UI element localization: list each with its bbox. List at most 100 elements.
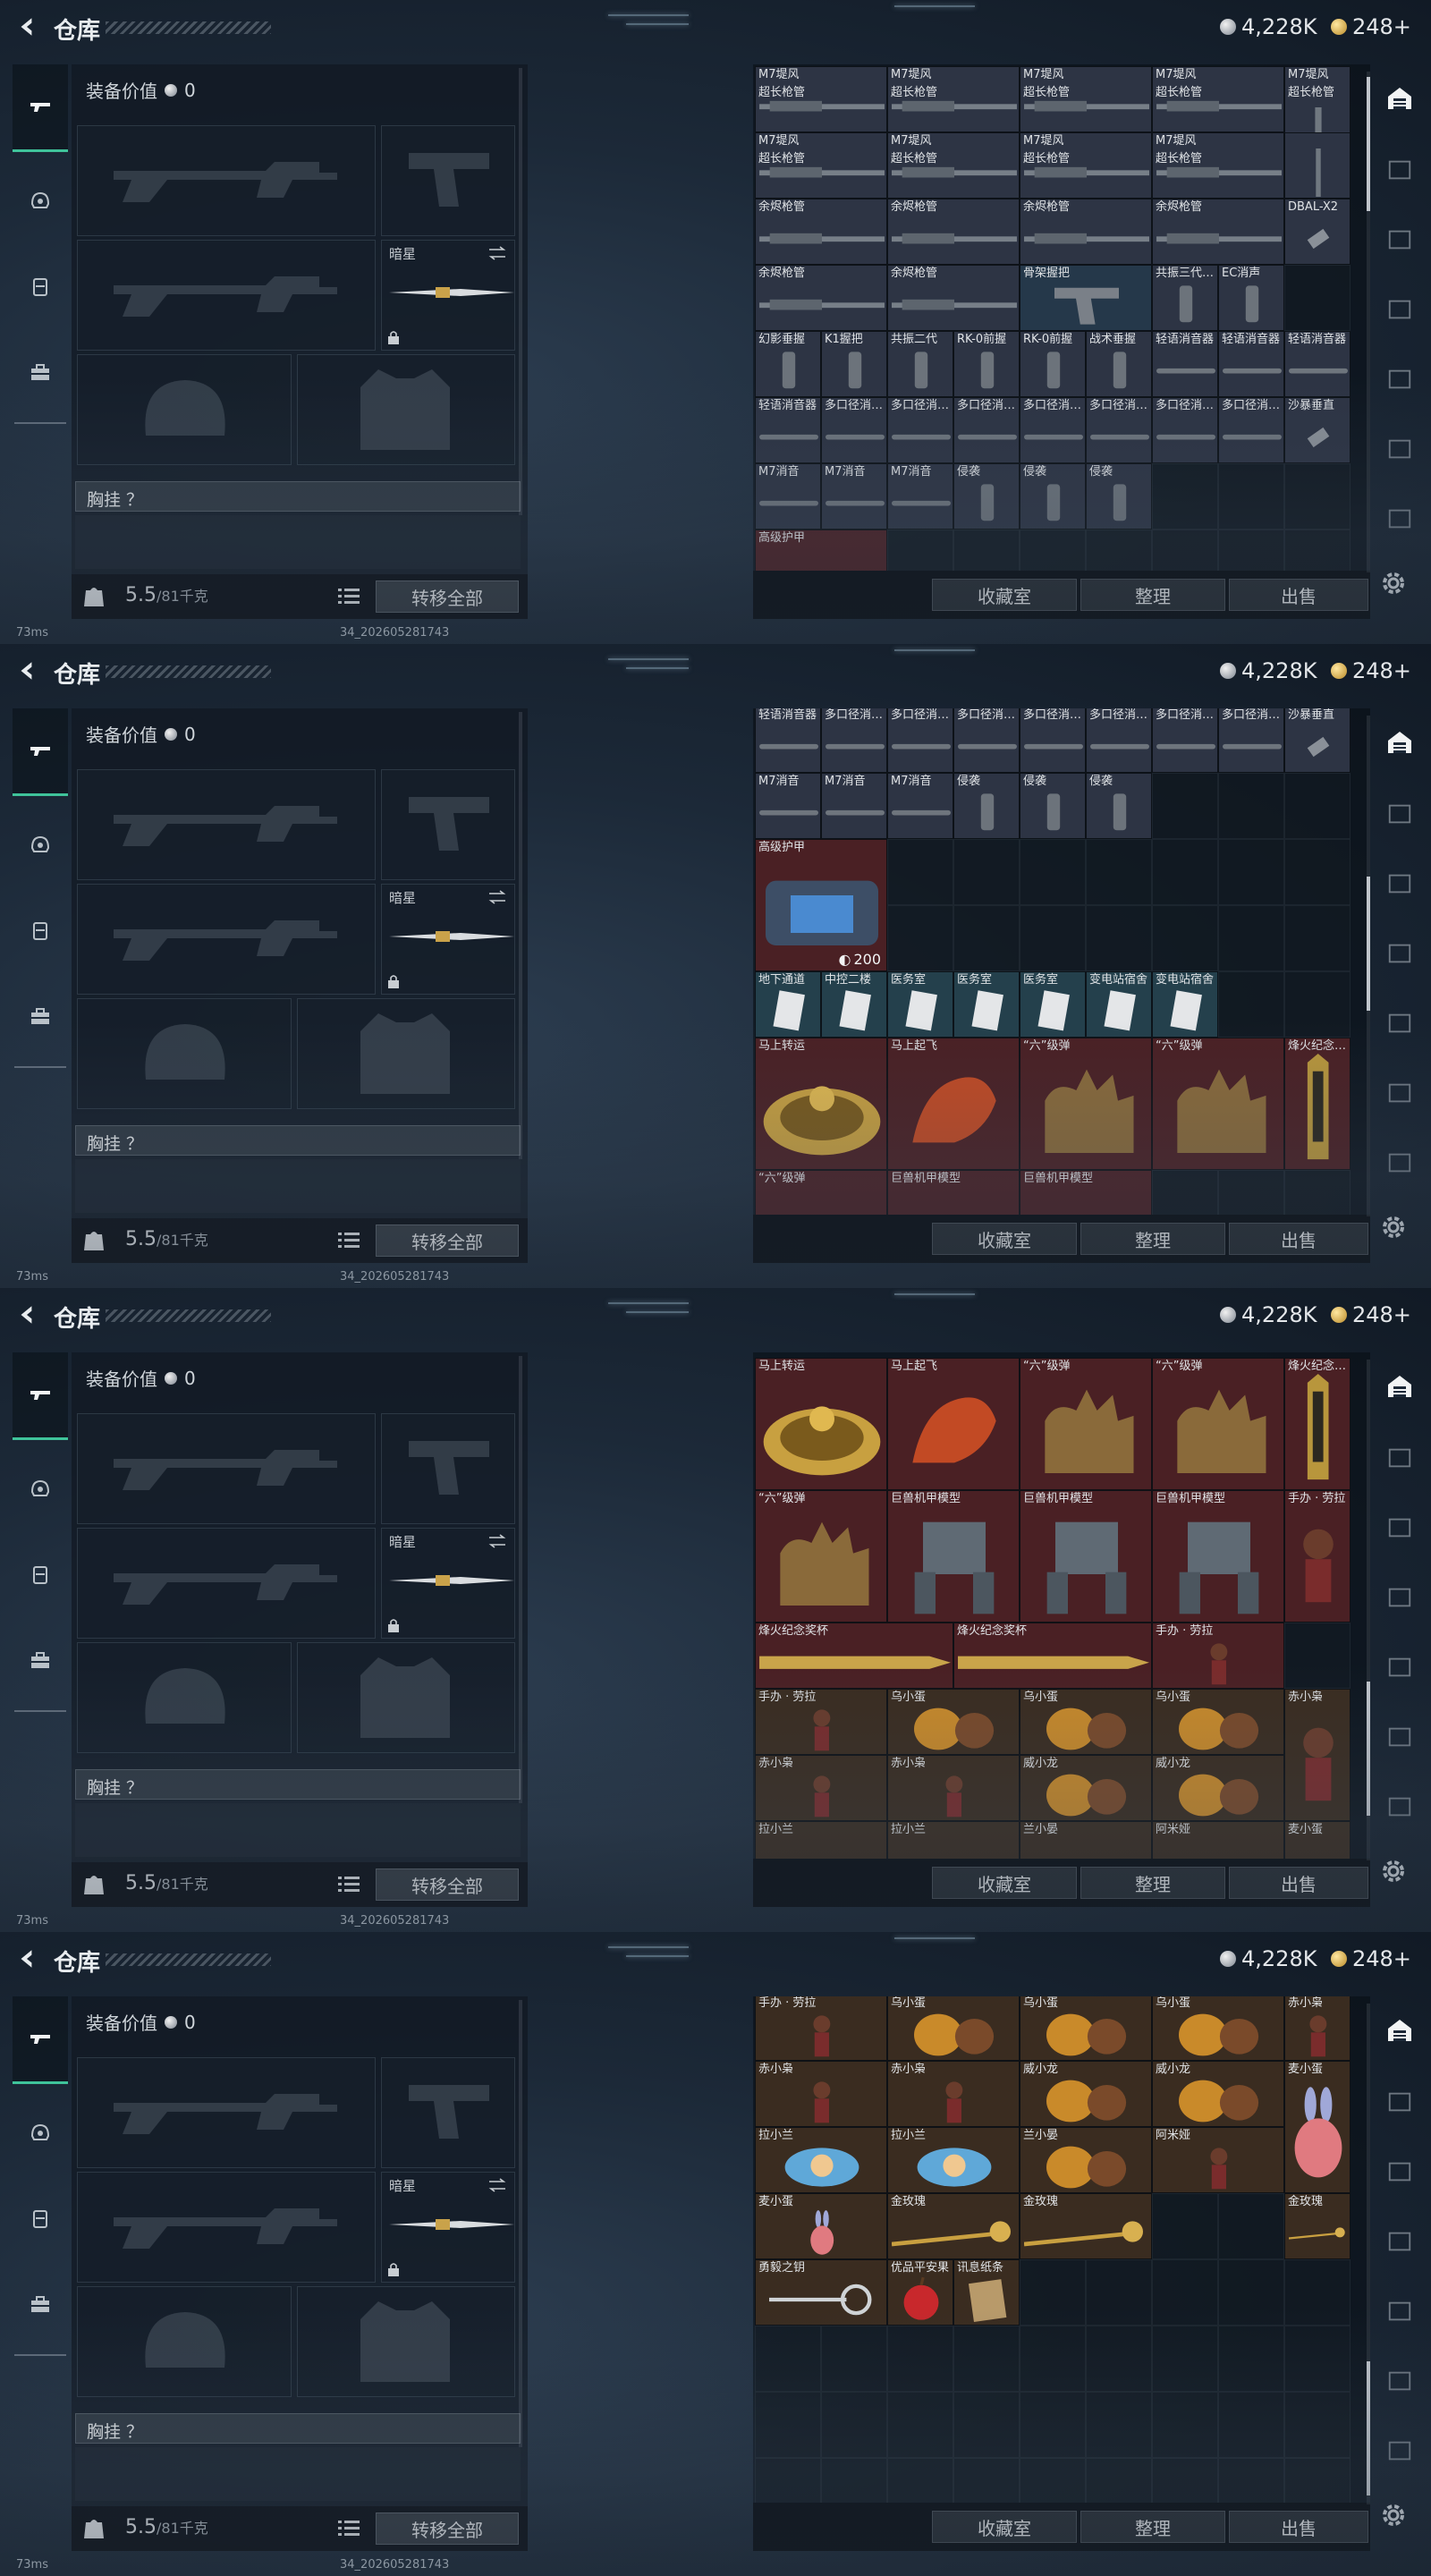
collection-room-button[interactable]: 收藏室 [932,2511,1077,2543]
list-icon[interactable] [338,2519,360,2538]
empty-slot[interactable] [1284,773,1351,839]
storage-item[interactable]: M7堤风 超长枪管 [755,132,887,199]
empty-slot[interactable] [1218,839,1284,905]
gold-currency[interactable]: 248+ [1331,658,1411,683]
swap-icon[interactable] [487,1534,507,1548]
nav-weapons[interactable] [13,1352,68,1440]
rail-tab-4[interactable] [1381,1004,1418,1043]
sell-button[interactable]: 出售 [1229,2511,1368,2543]
storage-item[interactable]: 兰小晏 [1020,1821,1152,1859]
storage-item[interactable]: 威小龙 [1152,1755,1284,1821]
chest-rig-header[interactable]: 胸挂 ？ [75,1769,521,1800]
storage-scrollbar-thumb[interactable] [1367,77,1370,211]
rail-tab-6[interactable] [1381,2431,1418,2470]
empty-slot[interactable] [1218,530,1284,571]
storage-item[interactable]: 巨兽机甲模型 [887,1490,1020,1623]
storage-item[interactable]: 赤小枭 [1284,1996,1351,2061]
rail-tab-1[interactable] [1381,2082,1418,2122]
melee-slot[interactable]: 暗星 [381,2172,515,2283]
primary-weapon-slot[interactable] [77,769,376,880]
storage-item[interactable]: 多口径消… [887,708,953,773]
storage-item[interactable]: 烽火纪念… [1284,1358,1351,1490]
storage-item[interactable]: 赤小枭 [1284,1689,1351,1821]
storage-item[interactable]: 幻影垂握 [755,331,821,397]
rail-tab-4[interactable] [1381,360,1418,399]
storage-item[interactable]: 马上起飞 [887,1038,1020,1170]
empty-slot[interactable] [887,905,953,971]
silver-currency[interactable]: 4,228K [1220,1946,1317,1971]
storage-item[interactable]: 侵袭 [1020,463,1086,530]
empty-slot[interactable] [887,839,953,905]
melee-slot[interactable]: 暗星 [381,1528,515,1639]
gear-icon[interactable] [1377,1855,1410,1887]
storage-item[interactable]: 拉小兰 [887,1821,1020,1859]
storage-item[interactable]: M7堤风 超长枪管 [1020,66,1152,132]
empty-slot[interactable] [1284,2259,1351,2326]
rail-tab-6[interactable] [1381,499,1418,538]
storage-item[interactable]: 勇毅之钥 [755,2259,887,2326]
storage-item[interactable]: 马上转运 [755,1038,887,1170]
armor-slot[interactable] [297,2286,515,2397]
storage-item[interactable]: 麦小蛋 [1284,1821,1351,1859]
empty-slot[interactable] [1020,2392,1086,2458]
rail-tab-6[interactable] [1381,1787,1418,1826]
storage-item[interactable] [1284,132,1351,199]
empty-slot[interactable] [1218,2326,1284,2392]
melee-slot[interactable]: 暗星 [381,240,515,351]
rail-tab-1[interactable] [1381,794,1418,834]
gold-currency[interactable]: 248+ [1331,1302,1411,1327]
rail-tab-2[interactable] [1381,1508,1418,1547]
empty-slot[interactable] [1152,839,1218,905]
nav-weapons[interactable] [13,1996,68,2084]
storage-item[interactable]: 拉小兰 [887,2127,1020,2193]
rail-tab-4[interactable] [1381,1648,1418,1687]
storage-item[interactable]: 巨兽机甲模型 [1020,1490,1152,1623]
empty-slot[interactable] [953,905,1020,971]
empty-slot[interactable] [1284,905,1351,971]
empty-slot[interactable] [1086,530,1152,571]
storage-item[interactable]: 多口径消… [953,397,1020,463]
storage-item[interactable]: 战术垂握 [1086,331,1152,397]
rail-tab-1[interactable] [1381,1438,1418,1478]
empty-slot[interactable] [755,2392,821,2458]
equipment-scrollbar[interactable] [519,1356,522,1803]
rail-tab-5[interactable] [1381,429,1418,469]
nav-backpack[interactable] [13,2261,68,2349]
secondary-weapon-slot[interactable] [77,240,376,351]
empty-slot[interactable] [1218,463,1284,530]
storage-item[interactable]: 地下通道 [755,971,821,1038]
storage-item[interactable]: EC消声 [1218,265,1284,331]
storage-item[interactable]: M7消音 [755,463,821,530]
storage-item[interactable]: RK-0前握 [1020,331,1086,397]
transfer-all-button[interactable]: 转移全部 [376,2512,519,2545]
storage-item[interactable]: 马上起飞 [887,1358,1020,1490]
storage-item[interactable]: M7消音 [821,463,887,530]
empty-slot[interactable] [1218,2458,1284,2503]
rail-tab-5[interactable] [1381,2361,1418,2401]
armor-slot[interactable] [297,354,515,465]
empty-slot[interactable] [1152,773,1218,839]
storage-item[interactable]: 手办 · 劳拉 [1152,1623,1284,1689]
empty-slot[interactable] [887,2392,953,2458]
equipment-scrollbar[interactable] [519,712,522,1159]
primary-weapon-slot[interactable] [77,125,376,236]
storage-item[interactable]: RK-0前握 [953,331,1020,397]
empty-slot[interactable] [1020,2326,1086,2392]
storage-item[interactable]: “六”级弹 [755,1490,887,1623]
empty-slot[interactable] [1152,905,1218,971]
empty-slot[interactable] [1284,265,1351,331]
secondary-weapon-slot[interactable] [77,884,376,995]
storage-item[interactable]: 乌小蛋 [1152,1689,1284,1755]
storage-item[interactable]: 手办 · 劳拉 [755,1689,887,1755]
storage-item[interactable]: 轻语消音器 [1152,331,1218,397]
equipment-scrollbar[interactable] [519,2000,522,2447]
storage-item[interactable]: 拉小兰 [755,2127,887,2193]
storage-item[interactable]: K1握把 [821,331,887,397]
gold-currency[interactable]: 248+ [1331,1946,1411,1971]
secondary-weapon-slot[interactable] [77,2172,376,2283]
storage-item[interactable]: 多口径消… [821,397,887,463]
rail-tab-3[interactable] [1381,290,1418,329]
empty-slot[interactable] [1152,2392,1218,2458]
storage-item[interactable]: 马上转运 [755,1358,887,1490]
chest-rig-header[interactable]: 胸挂 ？ [75,2413,521,2444]
